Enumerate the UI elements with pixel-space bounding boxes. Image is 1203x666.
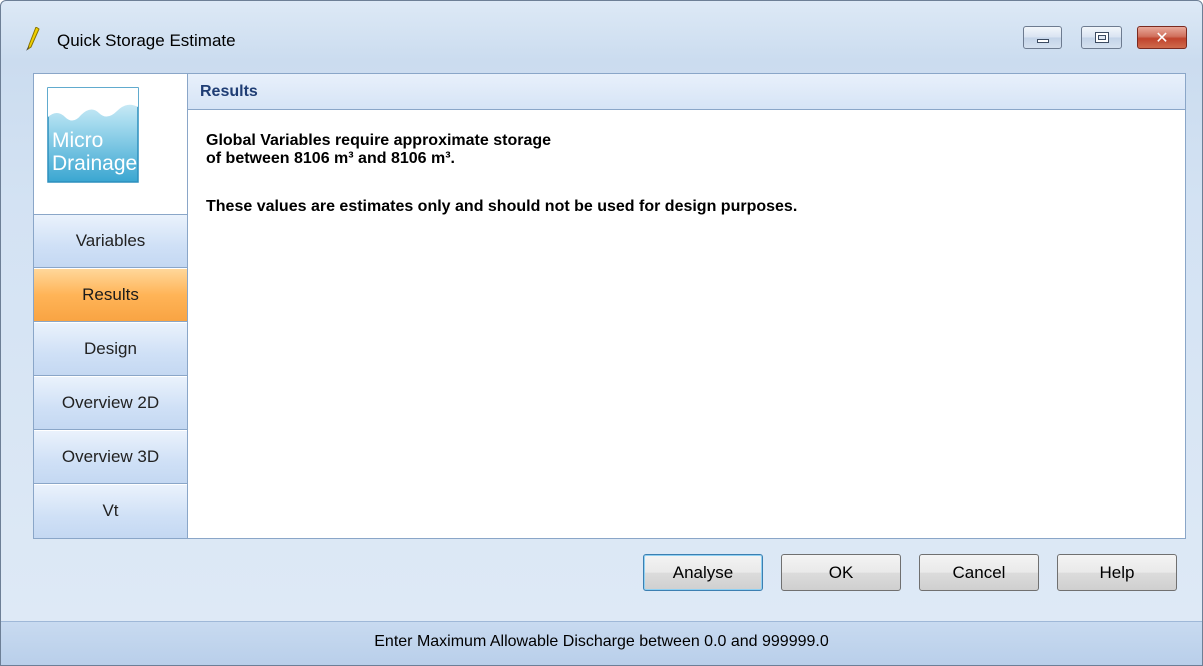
close-button[interactable]: ✕ [1137,26,1187,49]
estimate-disclaimer: These values are estimates only and shou… [206,198,798,215]
content-frame: Micro Drainage Variables Results Design … [33,73,1186,539]
sidebar: Micro Drainage Variables Results Design … [34,74,188,538]
storage-line-2: of between 8106 m³ and 8106 m³. [206,150,455,167]
window-title: Quick Storage Estimate [57,31,236,50]
sidebar-item-design[interactable]: Design [34,323,187,376]
status-bar: Enter Maximum Allowable Discharge betwee… [1,621,1202,665]
results-panel: Results Global Variables require approxi… [188,74,1185,538]
analyse-button[interactable]: Analyse [643,554,763,591]
close-icon: ✕ [1155,28,1169,47]
maximize-icon [1095,32,1109,43]
logo-box: Micro Drainage [34,74,187,215]
ok-button[interactable]: OK [781,554,901,591]
help-button[interactable]: Help [1057,554,1177,591]
cancel-button[interactable]: Cancel [919,554,1039,591]
sidebar-item-variables[interactable]: Variables [34,215,187,268]
results-text: Global Variables require approximate sto… [206,132,1175,216]
title-bar[interactable]: Quick Storage Estimate ✕ [1,1,1202,61]
logo-line2: Drainage [52,152,137,175]
maximize-button[interactable] [1081,26,1122,49]
sidebar-item-results[interactable]: Results [34,269,187,322]
dialog-window: Quick Storage Estimate ✕ Micro Drainage … [0,0,1203,666]
micro-drainage-logo: Micro Drainage [47,87,139,183]
sidebar-item-overview-3d[interactable]: Overview 3D [34,431,187,484]
sidebar-item-overview-2d[interactable]: Overview 2D [34,377,187,430]
logo-line1: Micro [52,129,103,152]
minimize-icon [1037,39,1049,43]
minimize-button[interactable] [1023,26,1062,49]
sidebar-item-vt[interactable]: Vt [34,485,187,538]
storage-line-1: Global Variables require approximate sto… [206,132,552,149]
status-text: Enter Maximum Allowable Discharge betwee… [374,633,829,650]
panel-header: Results [188,74,1185,110]
lightning-pencil-icon [26,27,40,51]
